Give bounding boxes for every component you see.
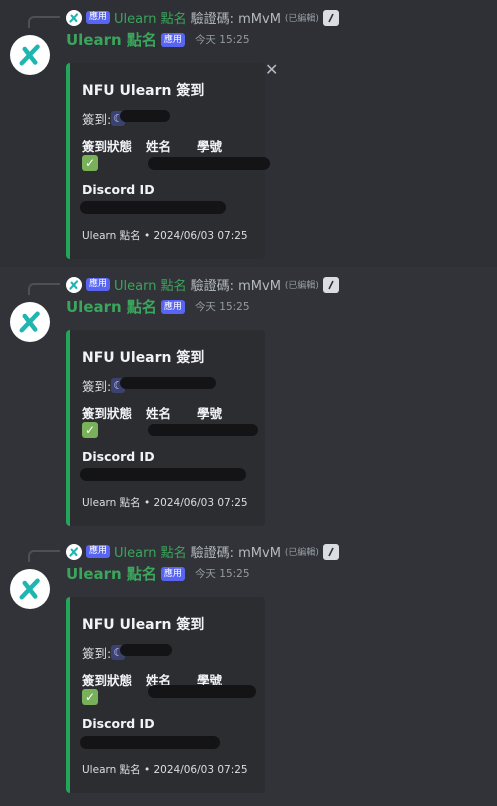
redaction — [148, 424, 258, 436]
embed-description: 簽到: ☾ — [82, 643, 126, 662]
embed-card: NFU Ulearn 簽到 簽到: ☾ 簽到狀態 姓名 學號 ✓ Discord… — [66, 63, 270, 259]
embed-title: NFU Ulearn 簽到 — [82, 617, 205, 633]
teal-x-logo-icon — [19, 311, 40, 333]
embed-description: 簽到: ☾ — [82, 376, 126, 395]
timestamp: 今天 15:25 — [194, 568, 250, 580]
message-header: Ulearn 點名 應用 今天 15:25 — [66, 563, 250, 584]
redaction — [80, 468, 246, 481]
embed-card: NFU Ulearn 簽到 簽到: ☾ 簽到狀態 姓名 學號 ✓ Discord… — [66, 330, 265, 526]
field-status-name: 簽到狀態 — [82, 673, 133, 688]
edited-label: (已編輯) — [284, 548, 319, 558]
app-badge: 應用 — [86, 545, 111, 558]
sign-in-label: 簽到: — [82, 112, 112, 127]
field-name-name: 姓名 — [146, 406, 172, 421]
teal-x-logo-icon — [19, 578, 40, 600]
app-badge: 應用 — [86, 278, 111, 291]
slash-command-icon — [322, 9, 339, 26]
discord-id-label: Discord ID — [82, 449, 155, 464]
redaction — [148, 685, 256, 698]
app-badge: 應用 — [86, 11, 111, 24]
teal-x-logo-icon — [69, 279, 79, 290]
slash-command-icon — [322, 276, 339, 293]
bot-username[interactable]: Ulearn 點名 — [66, 29, 157, 50]
app-badge: 應用 — [160, 299, 185, 314]
close-icon[interactable]: ✕ — [265, 62, 278, 78]
redaction — [120, 644, 172, 656]
field-status-name: 簽到狀態 — [82, 139, 133, 154]
slash-command-icon — [322, 543, 339, 560]
embed-footer: Ulearn 點名 • 2024/06/03 07:25 — [82, 230, 248, 242]
embed-card: NFU Ulearn 簽到 簽到: ☾ 簽到狀態 姓名 學號 ✓ Discord… — [66, 597, 265, 793]
white-check-mark-icon: ✓ — [82, 422, 98, 438]
white-check-mark-icon: ✓ — [82, 155, 98, 171]
redaction — [148, 157, 270, 170]
reply-avatar[interactable] — [66, 276, 82, 293]
sign-in-label: 簽到: — [82, 379, 112, 394]
message-3: 應用 Ulearn 點名 驗證碼: mMvM (已編輯) Ulearn 點名 應… — [0, 534, 497, 801]
bot-username[interactable]: Ulearn 點名 — [66, 296, 157, 317]
reply-text[interactable]: 驗證碼: mMvM — [191, 275, 281, 294]
message-2: 應用 Ulearn 點名 驗證碼: mMvM (已編輯) Ulearn 點名 應… — [0, 267, 497, 534]
reply-connector — [28, 16, 60, 28]
teal-x-logo-icon — [19, 44, 40, 66]
discord-id-label: Discord ID — [82, 716, 155, 731]
field-status-name: 簽到狀態 — [82, 406, 133, 421]
reply-username[interactable]: Ulearn 點名 — [114, 542, 187, 561]
bot-avatar[interactable] — [10, 35, 50, 75]
reply-avatar[interactable] — [66, 543, 82, 560]
timestamp: 今天 15:25 — [194, 301, 250, 313]
app-badge: 應用 — [160, 32, 185, 47]
message-header: Ulearn 點名 應用 今天 15:25 — [66, 296, 250, 317]
embed-description: 簽到: ☾ — [82, 109, 126, 128]
redaction — [80, 201, 226, 214]
reply-text[interactable]: 驗證碼: mMvM — [191, 8, 281, 27]
teal-x-logo-icon — [69, 546, 79, 557]
field-id-name: 學號 — [197, 406, 223, 421]
bot-avatar[interactable] — [10, 569, 50, 609]
white-check-mark-icon: ✓ — [82, 689, 98, 705]
edited-label: (已編輯) — [284, 14, 319, 24]
redaction — [80, 736, 220, 749]
embed-title: NFU Ulearn 簽到 — [82, 83, 205, 99]
reply-avatar[interactable] — [66, 9, 82, 26]
reply-connector — [28, 550, 60, 562]
discord-id-label: Discord ID — [82, 182, 155, 197]
reply-username[interactable]: Ulearn 點名 — [114, 275, 187, 294]
reply-username[interactable]: Ulearn 點名 — [114, 8, 187, 27]
embed-title: NFU Ulearn 簽到 — [82, 350, 205, 366]
timestamp: 今天 15:25 — [194, 34, 250, 46]
message-header: Ulearn 點名 應用 今天 15:25 — [66, 29, 250, 50]
redaction — [120, 377, 216, 389]
embed-footer: Ulearn 點名 • 2024/06/03 07:25 — [82, 764, 248, 776]
embed-footer: Ulearn 點名 • 2024/06/03 07:25 — [82, 497, 248, 509]
redaction — [120, 110, 170, 122]
app-badge: 應用 — [160, 566, 185, 581]
bot-username[interactable]: Ulearn 點名 — [66, 563, 157, 584]
bot-avatar[interactable] — [10, 302, 50, 342]
field-name-name: 姓名 — [146, 139, 172, 154]
field-id-name: 學號 — [197, 139, 223, 154]
reply-text[interactable]: 驗證碼: mMvM — [191, 542, 281, 561]
sign-in-label: 簽到: — [82, 646, 112, 661]
message-1: 應用 Ulearn 點名 驗證碼: mMvM (已編輯) Ulearn 點名 應… — [0, 0, 497, 267]
teal-x-logo-icon — [69, 12, 79, 23]
edited-label: (已編輯) — [284, 281, 319, 291]
reply-connector — [28, 283, 60, 295]
